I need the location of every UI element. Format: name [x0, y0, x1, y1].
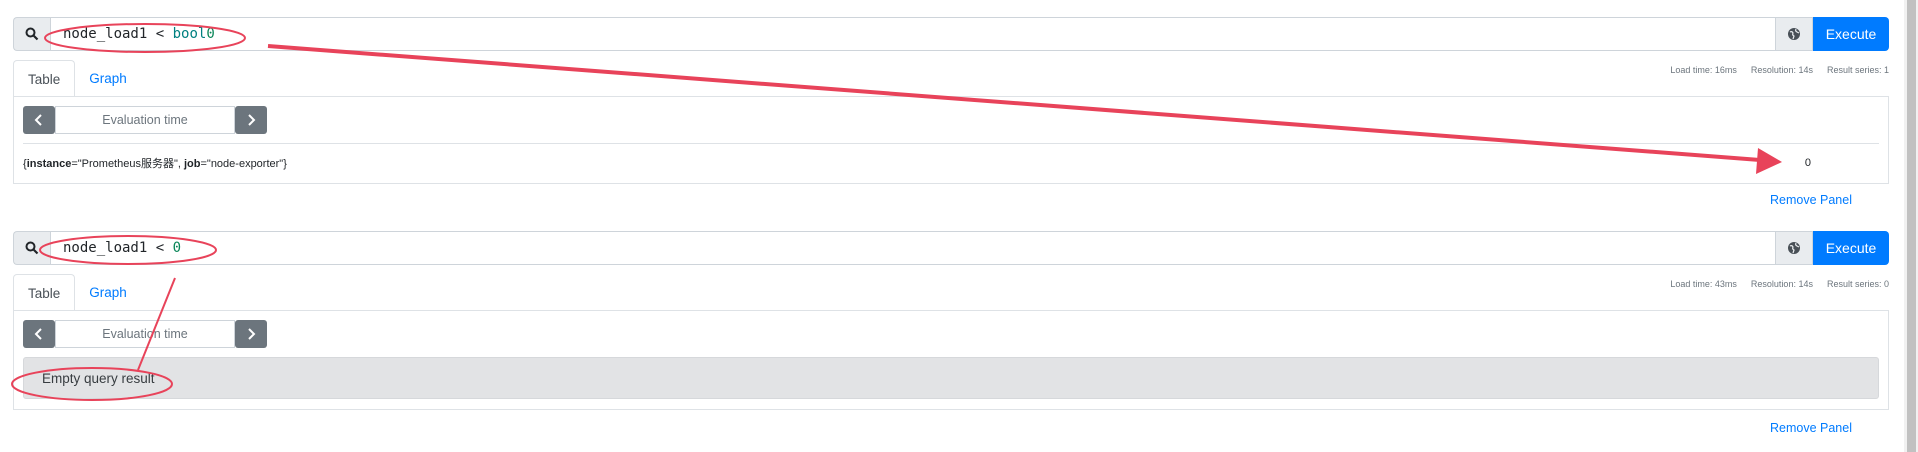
table-tab-content: Evaluation time {instance="Prometheus服务器… — [13, 96, 1889, 184]
metrics-explorer-globe-icon[interactable] — [1776, 17, 1813, 51]
query-panel-1: node_load1 < bool 0 Execute Table Graph … — [13, 17, 1889, 207]
query-number: 0 — [206, 26, 215, 42]
eval-prev-button[interactable] — [23, 106, 55, 134]
panel-tabs: Table Graph — [13, 60, 141, 98]
query-metric: node_load1 — [63, 240, 148, 256]
tab-graph[interactable]: Graph — [75, 274, 141, 310]
query-keyword: bool — [172, 26, 207, 42]
page-scrollbar[interactable] — [1904, 0, 1918, 452]
tab-table[interactable]: Table — [13, 274, 76, 312]
execute-button[interactable]: Execute — [1813, 231, 1889, 265]
search-icon — [13, 231, 50, 265]
remove-panel-link[interactable]: Remove Panel — [1770, 421, 1852, 435]
load-time: Load time: 43ms — [1670, 279, 1737, 289]
panel-tabs: Table Graph — [13, 274, 141, 312]
scrollbar-thumb[interactable] — [1907, 0, 1916, 452]
result-series: Result series: 0 — [1826, 279, 1889, 289]
metrics-explorer-globe-icon[interactable] — [1776, 231, 1813, 265]
query-operator: < — [147, 240, 173, 256]
query-number: 0 — [172, 240, 182, 256]
query-metric: node_load1 — [63, 26, 148, 42]
empty-result-alert: Empty query result — [23, 357, 1879, 399]
expression-bar: node_load1 < 0 Execute — [13, 231, 1889, 265]
query-stats: Load time: 43ms Resolution: 14s Result ser… — [1656, 279, 1889, 289]
result-series: Result series: 1 — [1826, 65, 1889, 75]
resolution: Resolution: 14s — [1750, 65, 1813, 75]
evaluation-time-control: Evaluation time — [14, 311, 1888, 348]
evaluation-time-control: Evaluation time — [14, 97, 1888, 134]
resolution: Resolution: 14s — [1750, 279, 1813, 289]
tab-graph[interactable]: Graph — [75, 60, 141, 96]
evaluation-time-input[interactable]: Evaluation time — [55, 106, 235, 134]
load-time: Load time: 16ms — [1670, 65, 1737, 75]
query-operator: < — [147, 26, 173, 42]
query-stats: Load time: 16ms Resolution: 14s Result ser… — [1656, 65, 1889, 75]
query-panel-2: node_load1 < 0 Execute Table Graph Load … — [13, 231, 1889, 435]
execute-button[interactable]: Execute — [1813, 17, 1889, 51]
table-tab-content: Evaluation time Empty query result — [13, 310, 1889, 410]
tabs-row: Table Graph Load time: 16ms Resolution: 1… — [13, 51, 1889, 98]
eval-prev-button[interactable] — [23, 320, 55, 348]
eval-next-button[interactable] — [235, 106, 267, 134]
tabs-row: Table Graph Load time: 43ms Resolution: 1… — [13, 265, 1889, 312]
tab-table[interactable]: Table — [13, 60, 76, 98]
expression-input[interactable]: node_load1 < bool 0 — [50, 17, 1776, 51]
expression-input[interactable]: node_load1 < 0 — [50, 231, 1776, 265]
eval-next-button[interactable] — [235, 320, 267, 348]
expression-bar: node_load1 < bool 0 Execute — [13, 17, 1889, 51]
table-row: {instance="Prometheus服务器", job="node-exp… — [23, 143, 1879, 181]
search-icon — [13, 17, 50, 51]
remove-panel-link[interactable]: Remove Panel — [1770, 193, 1852, 207]
series-labels: {instance="Prometheus服务器", job="node-exp… — [23, 157, 287, 170]
evaluation-time-input[interactable]: Evaluation time — [55, 320, 235, 348]
series-value: 0 — [1804, 156, 1811, 169]
